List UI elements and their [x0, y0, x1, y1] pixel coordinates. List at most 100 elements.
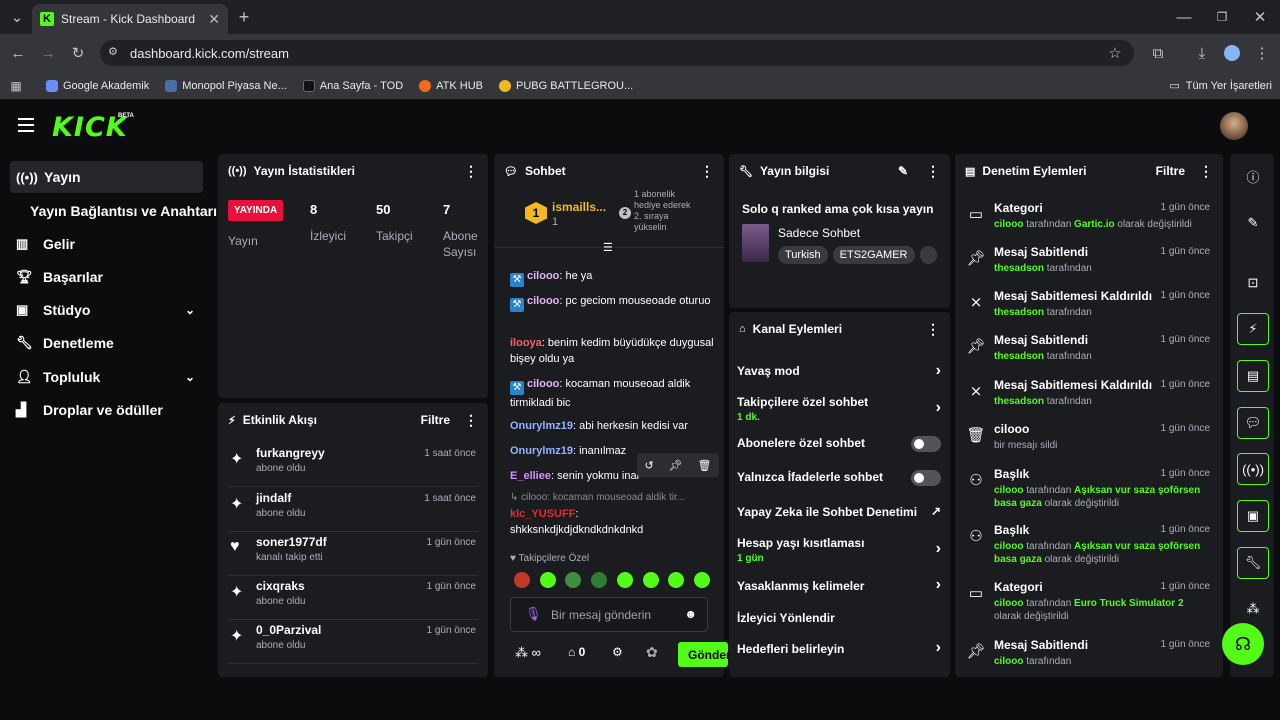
pin-icon: 📌︎ — [966, 643, 986, 660]
browser-tab[interactable]: K Stream - Kick Dashboard ✕ — [32, 4, 228, 34]
more-options-icon[interactable]: ⋮ — [1199, 163, 1213, 180]
chevron-right-icon: › — [935, 639, 941, 656]
wrench-icon[interactable]: 🔧︎ — [1237, 547, 1269, 579]
more-options-icon[interactable]: ⋮ — [926, 321, 940, 338]
site-info-icon[interactable]: ⚙ — [108, 45, 118, 58]
filter-button[interactable]: Filtre — [1156, 164, 1185, 178]
share-icon[interactable]: ⁂ — [1237, 593, 1269, 625]
emote-icon[interactable] — [616, 572, 633, 588]
top-gifter-name[interactable]: ismaills... — [552, 200, 606, 214]
maximize-icon[interactable]: ❐ — [1210, 5, 1234, 29]
sidebar-item-studyo[interactable]: ▣ Stüdyo ⌄ — [10, 294, 203, 326]
bookmark-item[interactable]: Monopol Piyasa Ne... — [165, 79, 287, 92]
chat-icon[interactable]: 💬︎ — [1237, 407, 1269, 439]
sidebar-item-stream-key[interactable]: Yayın Bağlantısı ve Anahtarı — [24, 195, 217, 227]
sidebar-item-denetleme[interactable]: 🔧︎ Denetleme — [10, 327, 203, 359]
reload-icon[interactable]: ↻ — [66, 41, 90, 65]
kick-logo[interactable]: KICK — [52, 112, 128, 143]
chat-input[interactable]: 🎙︎ Bir mesaj gönderin ☻ — [510, 597, 708, 632]
profile-icon[interactable] — [1224, 45, 1240, 61]
menu-icon[interactable] — [18, 118, 34, 132]
more-options-icon[interactable]: ⋮ — [700, 163, 714, 180]
bookmark-item[interactable]: Ana Sayfa - TOD — [302, 79, 403, 92]
emote-icon[interactable] — [539, 572, 556, 588]
tab-search-icon[interactable]: ⌄ — [5, 5, 29, 29]
more-options-icon[interactable]: ⋮ — [464, 412, 478, 429]
send-button[interactable]: Gönder — [678, 642, 731, 667]
window-close-icon[interactable]: ✕ — [1248, 5, 1272, 29]
sidebar-item-basarilar[interactable]: 🏆︎ Başarılar — [10, 261, 203, 293]
moderation-detail: cilooo tarafından Aşıksan vur saza şoför… — [994, 485, 1201, 509]
top-gifter-count: 1 — [552, 216, 559, 228]
emoji-icon[interactable]: ☻ — [684, 607, 697, 621]
bookmark-item[interactable]: ATK HUB — [419, 79, 483, 92]
tag[interactable] — [919, 246, 937, 264]
store-button[interactable]: ⌂ 0 — [568, 645, 585, 659]
tag[interactable]: ETS2GAMER — [832, 246, 915, 264]
avatar[interactable] — [1220, 112, 1248, 140]
collapse-icon[interactable]: ☰ — [603, 241, 613, 254]
new-tab-icon[interactable]: + — [232, 5, 256, 29]
extensions-icon[interactable]: ⧉ — [1146, 41, 1170, 65]
more-options-icon[interactable]: ⋮ — [464, 163, 478, 180]
pin-icon[interactable]: 📌︎ — [669, 459, 683, 472]
community-icon: 👤︎ — [16, 369, 33, 384]
edit-icon[interactable]: ✎ — [898, 164, 908, 178]
category-thumbnail[interactable] — [742, 224, 769, 262]
emotes-only-toggle[interactable] — [911, 470, 941, 486]
goals-setting[interactable]: Hedefleri belirleyin › — [737, 639, 943, 660]
moderation-log-row: ⨯ Mesaj Sabitlemesi Kaldırıldı 1 gün önc… — [964, 289, 1214, 333]
menu-dots-icon[interactable]: ⋮ — [1250, 41, 1274, 65]
sidebar-item-topluluk[interactable]: 👤︎ Topluluk ⌄ — [10, 361, 203, 393]
bookmark-item[interactable]: Google Akademik — [46, 79, 149, 92]
delete-icon[interactable]: 🗑︎ — [698, 459, 712, 472]
forward-icon[interactable]: → — [36, 41, 60, 65]
filter-button[interactable]: Filtre — [421, 413, 450, 427]
store-icon: ⌂ — [739, 323, 746, 335]
emote-icon[interactable] — [514, 572, 530, 588]
edit-icon[interactable]: ✎ — [1237, 207, 1269, 239]
raid-setting[interactable]: İzleyici Yönlendir — [737, 611, 943, 629]
all-bookmarks[interactable]: ▭ Tüm Yer İşaretleri — [1169, 79, 1272, 93]
slow-mode-setting[interactable]: Yavaş mod › — [737, 362, 943, 384]
sidebar-item-droplar[interactable]: ▟ Droplar ve ödüller — [10, 394, 203, 426]
apps-grid-icon[interactable]: ▦ — [4, 74, 28, 98]
support-chat-icon[interactable]: ☊ — [1222, 623, 1264, 665]
back-icon[interactable]: ← — [6, 41, 30, 65]
bookmark-item[interactable]: PUBG BATTLEGROU... — [499, 79, 633, 92]
category-name[interactable]: Sadece Sohbet — [778, 226, 860, 240]
document-icon[interactable]: ▤ — [1237, 360, 1269, 392]
reply-icon[interactable]: ↺ — [644, 459, 653, 472]
emote-picker-icon[interactable]: ✿ — [646, 644, 658, 661]
banned-words-setting[interactable]: Yasaklanmış kelimeler › — [737, 576, 943, 597]
sidebar-item-gelir[interactable]: ▥ Gelir — [10, 228, 203, 260]
account-age-setting[interactable]: Hesap yaşı kısıtlaması 1 gün › — [737, 536, 943, 564]
emote-icon[interactable] — [693, 572, 710, 588]
emote-icon[interactable] — [668, 572, 685, 588]
followers-only-setting[interactable]: Takipçilere özel sohbet 1 dk. › — [737, 395, 943, 423]
tag[interactable]: Turkish — [778, 246, 828, 264]
moderation-log-row: 📌︎ Mesaj Sabitlendi 1 gün önce thesadson… — [966, 245, 1210, 274]
address-bar[interactable]: ⚙ dashboard.kick.com/stream — [100, 40, 1134, 66]
lightning-icon[interactable]: ⚡︎ — [1237, 313, 1269, 345]
settings-icon[interactable]: ⚙ — [612, 645, 623, 659]
studio-icon[interactable]: ▣ — [1237, 500, 1269, 532]
bookmark-star-icon[interactable]: ☆ — [1103, 41, 1127, 65]
infinity-icon[interactable]: ⁂ ∞ — [515, 645, 541, 661]
more-options-icon[interactable]: ⋮ — [926, 163, 940, 180]
broadcast-icon[interactable]: ((•)) — [1237, 453, 1269, 485]
screenshot-icon[interactable]: ⊡ — [1237, 267, 1269, 299]
info-icon[interactable]: ⓘ — [1237, 160, 1269, 192]
tab-close-icon[interactable]: ✕ — [208, 11, 220, 28]
subscribers-only-toggle[interactable] — [911, 436, 941, 452]
emote-icon[interactable] — [642, 572, 659, 588]
category-icon: ▭ — [968, 585, 984, 602]
minimize-icon[interactable]: — — [1172, 5, 1196, 29]
emote-icon[interactable] — [565, 572, 582, 588]
download-icon[interactable]: ⤓ — [1190, 41, 1214, 65]
sidebar-item-yayin[interactable]: ((•)) Yayın — [10, 161, 203, 193]
emote-icon[interactable] — [591, 572, 608, 588]
microphone-icon[interactable]: 🎙︎ — [525, 606, 542, 622]
ai-moderation-setting[interactable]: Yapay Zeka ile Sohbet Denetimi ↗ — [737, 504, 943, 523]
sub-count: 7 — [443, 202, 451, 217]
